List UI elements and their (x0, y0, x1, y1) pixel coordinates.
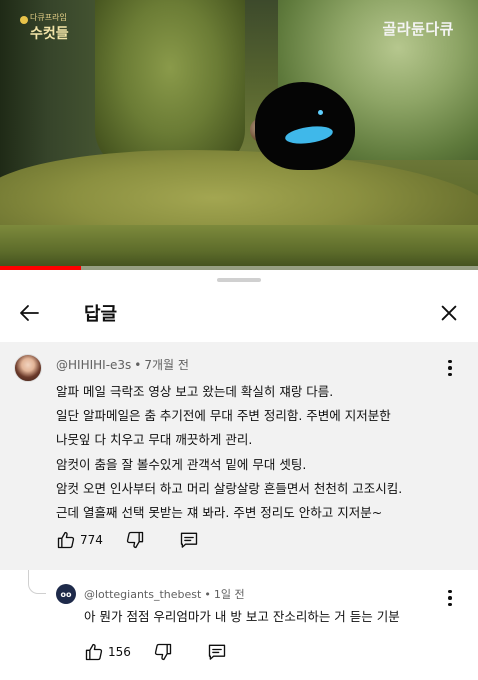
back-button[interactable] (14, 298, 44, 328)
reply-button[interactable] (207, 642, 227, 662)
comment-line: 일단 알파메일은 춤 추기전에 무대 주변 정리함. 주변에 지저분한 (56, 408, 391, 424)
drag-handle[interactable] (217, 278, 261, 282)
program-logo-small: 다큐프라임 (30, 13, 67, 22)
comment-time: 7개월 전 (144, 358, 189, 372)
like-button[interactable] (56, 530, 76, 550)
reply-author[interactable]: @lottegiants_thebest (84, 588, 201, 601)
comment-line: 알파 메일 극락조 영상 보고 왔는데 확실히 쟤랑 다름. (56, 384, 334, 399)
forest-floor (0, 225, 478, 270)
program-logo-title: 수컷들 (30, 26, 69, 42)
more-vert-icon (448, 359, 452, 364)
parent-comment: @HIHIHI-e3s • 7개월 전 알파 메일 극락조 영상 보고 왔는데 확실… (0, 342, 478, 570)
arrow-left-icon (20, 305, 39, 321)
comment-line: 암컷이 춤을 잘 볼수있게 관객석 밑에 무대 셋팅. (56, 456, 307, 472)
reply-actions: 156 (84, 640, 227, 664)
avatar[interactable] (14, 354, 42, 382)
avatar[interactable]: oo (56, 584, 76, 604)
comment-icon (208, 644, 226, 660)
reply-text: 아 뭔가 점점 우리엄마가 내 방 보고 잔소리하는 거 듣는 기분 (84, 609, 400, 624)
comment-line: 나뭇잎 다 치우고 무대 깨끗하게 관리. (56, 432, 253, 448)
comment-line: 근데 열흘째 선택 못받는 쟤 봐라. 주변 정리도 안하고 지저분~ (56, 505, 383, 521)
comment-meta: @HIHIHI-e3s • 7개월 전 (56, 358, 189, 372)
reply-more-options-button[interactable] (440, 588, 460, 608)
thumbs-down-icon (154, 643, 172, 661)
thumbs-up-icon (57, 531, 75, 549)
mossy-tree-trunk (95, 0, 245, 170)
close-icon (441, 305, 457, 321)
thumbs-down-icon (126, 531, 144, 549)
more-vert-icon (448, 589, 452, 594)
more-options-button[interactable] (440, 358, 460, 378)
reply-comment: oo @lottegiants_thebest • 1일 전 아 뭔가 점점 우리엄… (0, 570, 478, 680)
channel-watermark: 골라듄다큐 (382, 20, 454, 38)
replies-panel: 답글 @HIHIHI-e3s • 7개월 전 알파 메일 극락조 영상 보고 왔는데… (0, 270, 478, 680)
thumbs-up-icon (85, 643, 103, 661)
like-count: 156 (108, 645, 131, 659)
bird-eye-spot (318, 110, 323, 115)
reply-meta: @lottegiants_thebest • 1일 전 (84, 588, 245, 601)
comment-author[interactable]: @HIHIHI-e3s (56, 358, 131, 372)
bird-of-paradise (255, 82, 355, 170)
logo-mark-icon (20, 16, 28, 24)
thread-connector (28, 570, 46, 594)
reply-time: 1일 전 (213, 588, 245, 601)
video-player[interactable]: 다큐프라임 수컷들 골라듄다큐 (0, 0, 478, 270)
comment-line: 암컷 오면 인사부터 하고 머리 살랑살랑 흔들면서 천천히 고조시킴. (56, 480, 403, 496)
reply-button[interactable] (179, 530, 199, 550)
panel-header: 답글 (0, 290, 478, 334)
dislike-button[interactable] (153, 642, 173, 662)
panel-title: 답글 (84, 304, 118, 325)
dislike-button[interactable] (125, 530, 145, 550)
program-logo: 다큐프라임 수컷들 (20, 12, 100, 42)
close-button[interactable] (434, 298, 464, 328)
comment-actions: 774 (56, 528, 199, 552)
comment-text: 알파 메일 극락조 영상 보고 왔는데 확실히 쟤랑 다름. 일단 알파메일은 … (56, 380, 456, 525)
avatar-initials: oo (60, 589, 72, 599)
like-count: 774 (80, 533, 103, 547)
like-button[interactable] (84, 642, 104, 662)
comment-icon (180, 532, 198, 548)
